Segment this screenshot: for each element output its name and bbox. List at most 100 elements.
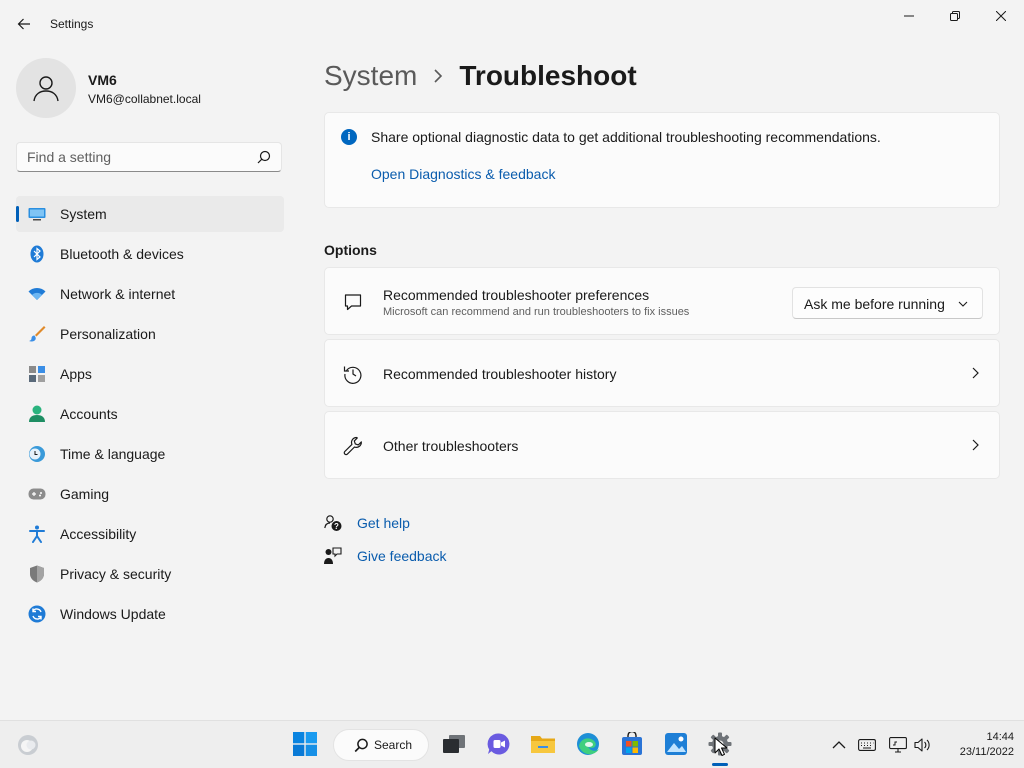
folder-icon xyxy=(531,736,555,753)
clock-time: 14:44 xyxy=(986,731,1014,743)
accessibility-icon xyxy=(28,525,46,543)
sidebar-item-network[interactable]: Network & internet xyxy=(16,276,284,312)
back-button[interactable] xyxy=(12,12,36,36)
teams-chat-icon xyxy=(487,733,510,755)
gamepad-icon xyxy=(28,485,46,503)
start-button[interactable] xyxy=(292,731,318,757)
task-view-button[interactable] xyxy=(441,731,467,757)
sidebar-item-label: Bluetooth & devices xyxy=(60,246,184,262)
edge-browser-button[interactable] xyxy=(575,731,601,757)
search-box[interactable] xyxy=(16,142,282,172)
sidebar-item-windows-update[interactable]: Windows Update xyxy=(16,596,284,632)
sidebar-item-bluetooth[interactable]: Bluetooth & devices xyxy=(16,236,284,272)
system-icon xyxy=(28,205,46,223)
file-explorer-button[interactable] xyxy=(530,731,556,757)
sidebar-item-privacy[interactable]: Privacy & security xyxy=(16,556,284,592)
options-heading: Options xyxy=(324,242,377,258)
sidebar-item-label: Network & internet xyxy=(60,286,176,302)
other-troubleshooters-title: Other troubleshooters xyxy=(383,438,519,454)
search-input[interactable] xyxy=(17,143,267,171)
wifi-icon xyxy=(28,285,46,303)
bluetooth-icon xyxy=(28,245,46,263)
taskbar-search[interactable]: Search xyxy=(333,729,429,761)
get-help-label: Get help xyxy=(357,515,410,531)
keyboard-tray-button[interactable] xyxy=(858,737,876,753)
store-icon xyxy=(622,732,642,755)
sidebar-item-accounts[interactable]: Accounts xyxy=(16,396,284,432)
arrow-left-icon xyxy=(17,18,30,30)
close-button[interactable] xyxy=(978,0,1024,32)
troubleshooter-history-row[interactable]: Recommended troubleshooter history xyxy=(324,339,1000,407)
task-view-icon xyxy=(443,735,465,753)
weather-widget-icon[interactable] xyxy=(16,733,40,757)
user-name: VM6 xyxy=(88,72,117,88)
history-title: Recommended troubleshooter history xyxy=(383,366,617,382)
show-hidden-icons-button[interactable] xyxy=(830,737,848,753)
avatar xyxy=(16,58,76,118)
edge-browser-icon xyxy=(577,733,599,755)
update-icon xyxy=(28,605,46,623)
sidebar-item-label: Apps xyxy=(60,366,92,382)
chat-bubble-icon xyxy=(344,294,362,311)
get-help-link[interactable]: ? Get help xyxy=(324,512,410,534)
minimize-icon xyxy=(904,15,914,17)
photos-button[interactable] xyxy=(663,731,689,757)
title-bar: Settings xyxy=(0,0,1024,48)
sidebar-item-label: Windows Update xyxy=(60,606,166,622)
sidebar-item-gaming[interactable]: Gaming xyxy=(16,476,284,512)
sidebar-item-label: Accounts xyxy=(60,406,118,422)
give-feedback-link[interactable]: Give feedback xyxy=(324,545,447,567)
network-tray-button[interactable] xyxy=(889,737,907,753)
chat-button[interactable] xyxy=(486,731,512,757)
sidebar-item-label: Accessibility xyxy=(60,526,137,542)
keyboard-icon xyxy=(858,739,876,751)
user-email: VM6@collabnet.local xyxy=(88,92,201,106)
sidebar-item-label: Time & language xyxy=(60,446,166,462)
open-diagnostics-link[interactable]: Open Diagnostics & feedback xyxy=(371,166,555,182)
sidebar-item-label: Personalization xyxy=(60,326,156,342)
sidebar-item-system[interactable]: System xyxy=(16,196,284,232)
breadcrumb: System Troubleshoot xyxy=(324,56,637,96)
clock-date: 23/11/2022 xyxy=(959,746,1014,758)
minimize-button[interactable] xyxy=(886,0,932,32)
chevron-right-icon xyxy=(433,69,443,83)
app-title: Settings xyxy=(50,17,94,31)
page-title: Troubleshoot xyxy=(459,60,637,91)
sidebar-item-time-language[interactable]: Time & language xyxy=(16,436,284,472)
sidebar-item-label: Gaming xyxy=(60,486,110,502)
network-monitor-icon xyxy=(889,737,907,753)
person-icon xyxy=(33,76,59,102)
info-icon: i xyxy=(341,129,357,145)
info-text: Share optional diagnostic data to get ad… xyxy=(371,129,881,145)
sidebar-item-apps[interactable]: Apps xyxy=(16,356,284,392)
chevron-down-icon xyxy=(958,301,968,307)
history-icon xyxy=(343,366,362,384)
taskbar-search-label: Search xyxy=(374,738,413,752)
restore-icon xyxy=(950,11,960,21)
apps-icon xyxy=(28,365,46,383)
preferences-dropdown[interactable]: Ask me before running xyxy=(792,287,983,319)
accounts-icon xyxy=(28,405,46,423)
sidebar-item-personalization[interactable]: Personalization xyxy=(16,316,284,352)
system-clock[interactable]: 14:44 23/11/2022 xyxy=(938,730,1014,760)
help-icon: ? xyxy=(324,515,342,531)
microsoft-store-button[interactable] xyxy=(619,731,645,757)
volume-tray-button[interactable] xyxy=(914,737,932,753)
feedback-icon xyxy=(324,547,342,564)
brush-icon xyxy=(28,325,46,343)
taskbar: Search 14:44 23/11/2022 xyxy=(0,720,1024,768)
close-icon xyxy=(996,11,1006,21)
diagnostics-info-card: i Share optional diagnostic data to get … xyxy=(324,112,1000,208)
preferences-subtitle: Microsoft can recommend and run troubles… xyxy=(383,306,690,318)
search-icon[interactable] xyxy=(257,150,271,164)
sidebar-item-label: System xyxy=(60,206,107,222)
sidebar-item-label: Privacy & security xyxy=(60,566,172,582)
mouse-cursor-icon xyxy=(714,737,728,756)
other-troubleshooters-row[interactable]: Other troubleshooters xyxy=(324,411,1000,479)
photos-icon xyxy=(665,733,687,755)
active-app-indicator xyxy=(712,763,728,766)
restore-button[interactable] xyxy=(932,0,978,32)
shield-icon xyxy=(28,565,46,583)
sidebar-item-accessibility[interactable]: Accessibility xyxy=(16,516,284,552)
breadcrumb-parent[interactable]: System xyxy=(324,60,417,92)
